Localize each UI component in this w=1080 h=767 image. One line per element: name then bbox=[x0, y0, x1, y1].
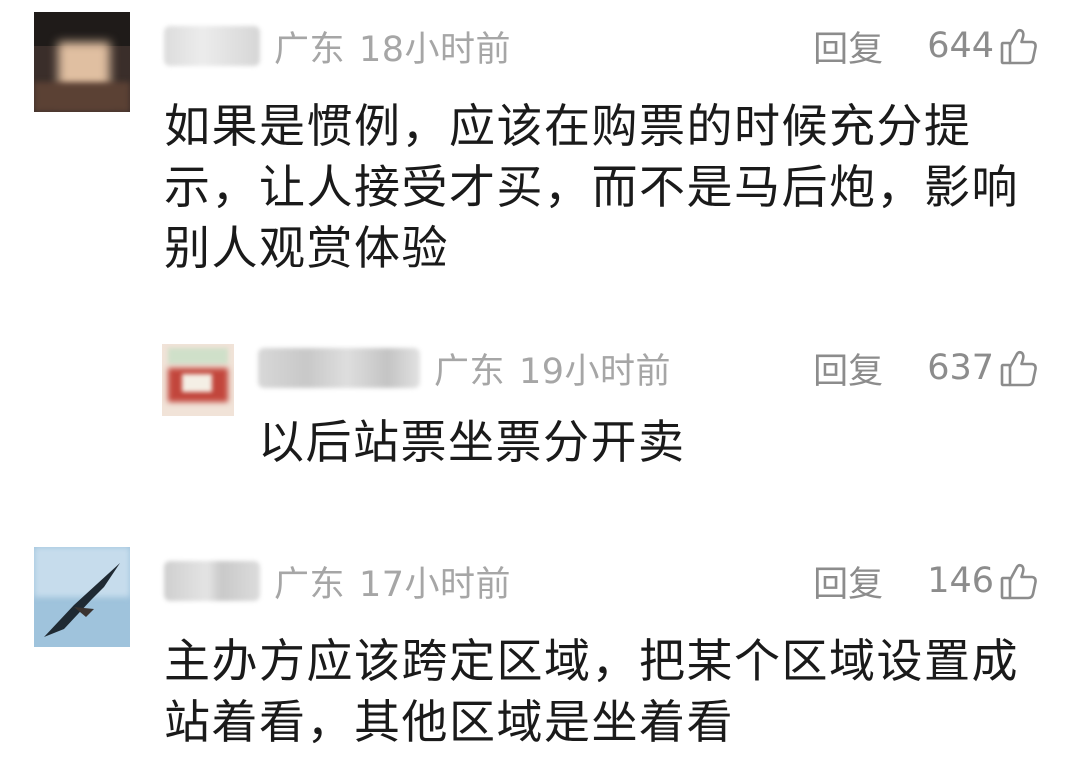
like-count: 146 bbox=[927, 561, 994, 601]
reply-item: 广东 19小时前 回复 637 以后站票坐票分开卖 bbox=[0, 320, 1080, 520]
comment-item: 广东 17小时前 回复 146 主办方应该跨定区域，把某个区域设置成 站着看，其… bbox=[0, 535, 1080, 767]
comment-text-line: 以后站票坐票分开卖 bbox=[258, 415, 686, 469]
comment-actions: 回复 644 bbox=[813, 16, 1040, 76]
comment-text-line: 示，让人接受才买，而不是马后炮，影响 bbox=[164, 160, 1019, 214]
comment-meta: 广东 19小时前 bbox=[258, 338, 671, 398]
location-label: 广东 bbox=[274, 564, 346, 605]
comment-text: 以后站票坐票分开卖 bbox=[258, 412, 686, 473]
comment-text-line: 主办方应该跨定区域，把某个区域设置成 bbox=[164, 634, 1019, 688]
reply-button[interactable]: 回复 bbox=[813, 21, 883, 72]
comment-actions: 回复 637 bbox=[813, 338, 1040, 398]
location-label: 广东 bbox=[434, 351, 506, 392]
comment-text: 如果是惯例，应该在购票的时候充分提 示，让人接受才买，而不是马后炮，影响 别人观… bbox=[164, 96, 1019, 279]
username-redacted[interactable] bbox=[258, 348, 420, 388]
comment-meta: 广东 18小时前 bbox=[164, 16, 511, 76]
user-avatar[interactable] bbox=[34, 547, 130, 647]
username-redacted[interactable] bbox=[164, 561, 260, 601]
reply-button[interactable]: 回复 bbox=[813, 343, 883, 394]
user-avatar[interactable] bbox=[162, 344, 234, 416]
timestamp: 17小时前 bbox=[359, 564, 512, 605]
user-avatar[interactable] bbox=[34, 12, 130, 112]
username-redacted[interactable] bbox=[164, 26, 260, 66]
thumbs-up-icon[interactable] bbox=[998, 347, 1040, 389]
thumbs-up-icon[interactable] bbox=[998, 25, 1040, 67]
timestamp: 19小时前 bbox=[519, 351, 672, 392]
comment-text-line: 站着看，其他区域是坐着看 bbox=[164, 695, 734, 749]
comment-text-line: 别人观赏体验 bbox=[164, 221, 449, 275]
reply-button[interactable]: 回复 bbox=[813, 556, 883, 607]
location-label: 广东 bbox=[274, 29, 346, 70]
comment-text-line: 如果是惯例，应该在购票的时候充分提 bbox=[164, 99, 972, 153]
thumbs-up-icon[interactable] bbox=[998, 560, 1040, 602]
like-count: 637 bbox=[927, 348, 994, 388]
comment-actions: 回复 146 bbox=[813, 551, 1040, 611]
like-count: 644 bbox=[927, 26, 994, 66]
comment-text: 主办方应该跨定区域，把某个区域设置成 站着看，其他区域是坐着看 bbox=[164, 631, 1019, 753]
comment-item: 广东 18小时前 回复 644 如果是惯例，应该在购票的时候充分提 示，让人接受… bbox=[0, 0, 1080, 290]
timestamp: 18小时前 bbox=[359, 29, 512, 70]
comment-meta: 广东 17小时前 bbox=[164, 551, 511, 611]
